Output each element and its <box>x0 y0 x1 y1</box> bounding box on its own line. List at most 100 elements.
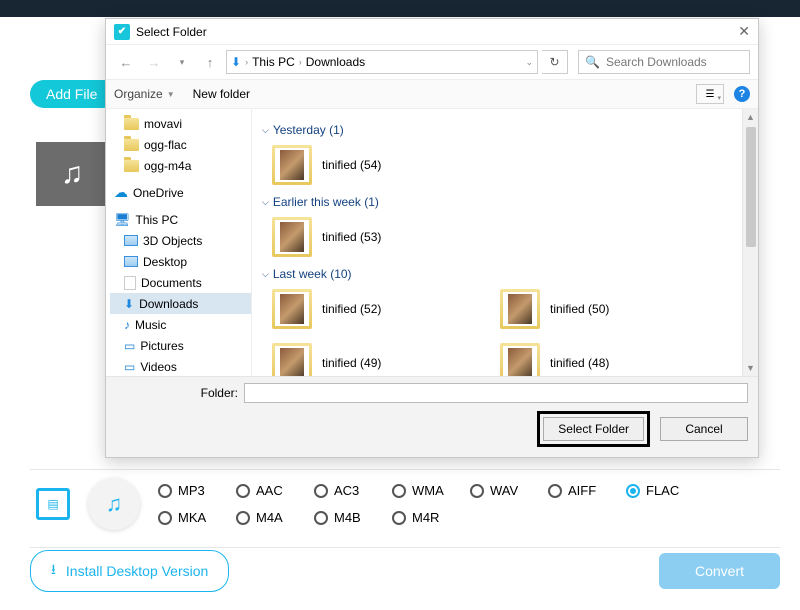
group-label: Earlier this week (1) <box>273 195 379 209</box>
refresh-button[interactable]: ↻ <box>542 50 568 74</box>
tree-folder[interactable]: ogg-m4a <box>110 155 251 176</box>
tree-item-videos[interactable]: ▭Videos <box>110 356 251 376</box>
view-options-button[interactable]: ☰ <box>696 84 724 104</box>
install-desktop-label: Install Desktop Version <box>66 563 208 579</box>
format-label: AIFF <box>568 483 596 498</box>
breadcrumb-this-pc[interactable]: This PC <box>252 55 295 69</box>
folder-item[interactable]: tinified (53) <box>272 215 472 259</box>
tree-label: ogg-flac <box>144 138 187 152</box>
tree-folder[interactable]: ogg-flac <box>110 134 251 155</box>
organize-menu[interactable]: Organize ▼ <box>114 87 175 101</box>
document-icon <box>124 276 136 290</box>
search-input[interactable]: 🔍 Search Downloads <box>578 50 750 74</box>
tree-item-music[interactable]: ♪Music <box>110 314 251 335</box>
format-option-mp3[interactable]: MP3 <box>158 483 228 498</box>
close-icon[interactable]: ✕ <box>738 23 750 40</box>
new-folder-button[interactable]: New folder <box>193 87 250 101</box>
folder-thumbnail-icon <box>500 289 540 329</box>
help-icon[interactable]: ? <box>734 86 750 102</box>
folder-item[interactable]: tinified (54) <box>272 143 472 187</box>
file-group-header[interactable]: ⌵Yesterday (1) <box>262 123 732 137</box>
folder-item[interactable]: tinified (49) <box>272 341 472 376</box>
format-label: FLAC <box>646 483 679 498</box>
cube-icon <box>124 235 138 246</box>
tree-item-pictures[interactable]: ▭Pictures <box>110 335 251 356</box>
audio-format-icon[interactable]: ♫ <box>88 478 140 530</box>
install-desktop-button[interactable]: ⭳ Install Desktop Version <box>30 550 229 592</box>
folder-thumbnail-icon <box>500 343 540 376</box>
tree-label: Documents <box>141 276 202 290</box>
format-option-flac[interactable]: FLAC <box>626 483 696 498</box>
scroll-up-icon[interactable]: ▲ <box>743 109 758 125</box>
format-option-m4a[interactable]: M4A <box>236 510 306 525</box>
file-group-header[interactable]: ⌵Last week (10) <box>262 267 732 281</box>
format-option-aiff[interactable]: AIFF <box>548 483 618 498</box>
tree-item-3d-objects[interactable]: 3D Objects <box>110 230 251 251</box>
radio-icon <box>314 484 328 498</box>
folder-name: tinified (54) <box>322 158 381 172</box>
format-label: M4B <box>334 510 361 525</box>
chevron-right-icon: › <box>245 57 248 67</box>
convert-button[interactable]: Convert <box>659 553 780 589</box>
format-option-m4r[interactable]: M4R <box>392 510 462 525</box>
folder-name: tinified (50) <box>550 302 609 316</box>
folder-name: tinified (53) <box>322 230 381 244</box>
folder-thumbnail-icon <box>272 289 312 329</box>
breadcrumb[interactable]: ⬇ › This PC › Downloads ⌄ <box>226 50 538 74</box>
tree-this-pc[interactable]: 🖥This PC <box>110 209 251 230</box>
folder-item[interactable]: tinified (50) <box>500 287 700 331</box>
breadcrumb-downloads[interactable]: Downloads <box>306 55 365 69</box>
tree-label: 3D Objects <box>143 234 202 248</box>
folder-name: tinified (48) <box>550 356 609 370</box>
folder-thumbnail-icon <box>272 145 312 185</box>
scrollbar-thumb[interactable] <box>746 127 756 247</box>
download-icon: ⬇ <box>124 297 134 311</box>
select-folder-button[interactable]: Select Folder <box>543 417 644 441</box>
nav-up-button[interactable]: ↑ <box>198 50 222 74</box>
format-label: M4R <box>412 510 439 525</box>
format-label: M4A <box>256 510 283 525</box>
file-group-header[interactable]: ⌵Earlier this week (1) <box>262 195 732 209</box>
format-label: MP3 <box>178 483 205 498</box>
nav-forward-button[interactable]: → <box>142 50 166 74</box>
tree-item-documents[interactable]: Documents <box>110 272 251 293</box>
folder-item[interactable]: tinified (52) <box>272 287 472 331</box>
app-logo-icon: ✔ <box>114 24 130 40</box>
format-option-mka[interactable]: MKA <box>158 510 228 525</box>
folder-name-input[interactable] <box>244 383 748 403</box>
tree-item-desktop[interactable]: Desktop <box>110 251 251 272</box>
group-label: Yesterday (1) <box>273 123 344 137</box>
radio-icon <box>314 511 328 525</box>
folder-tree[interactable]: movavi ogg-flac ogg-m4a ☁OneDrive 🖥This PC 3D… <box>106 109 252 376</box>
chevron-down-icon[interactable]: ▾ <box>170 50 194 74</box>
tree-folder[interactable]: movavi <box>110 113 251 134</box>
download-icon: ⭳ <box>51 559 56 583</box>
cancel-button[interactable]: Cancel <box>660 417 748 441</box>
format-option-ac3[interactable]: AC3 <box>314 483 384 498</box>
folder-field-label: Folder: <box>116 386 238 400</box>
search-placeholder: Search Downloads <box>606 55 707 69</box>
format-option-wma[interactable]: WMA <box>392 483 462 498</box>
folder-item[interactable]: tinified (48) <box>500 341 700 376</box>
format-label: AC3 <box>334 483 359 498</box>
radio-icon <box>158 484 172 498</box>
music-placeholder-card: ♫ <box>36 142 108 206</box>
scroll-down-icon[interactable]: ▼ <box>743 360 758 376</box>
tree-label: OneDrive <box>133 186 184 200</box>
group-label: Last week (10) <box>273 267 352 281</box>
tree-onedrive[interactable]: ☁OneDrive <box>110 182 251 203</box>
scrollbar-vertical[interactable]: ▲ ▼ <box>742 109 758 376</box>
folder-name: tinified (49) <box>322 356 381 370</box>
video-format-icon[interactable]: ▤ <box>36 488 70 520</box>
nav-back-button[interactable]: ← <box>114 50 138 74</box>
radio-icon <box>236 511 250 525</box>
file-list-pane[interactable]: ⌵Yesterday (1) tinified (54) ⌵Earlier this… <box>252 109 742 376</box>
chevron-down-icon[interactable]: ⌄ <box>525 57 533 68</box>
format-option-m4b[interactable]: M4B <box>314 510 384 525</box>
tree-item-downloads[interactable]: ⬇Downloads <box>110 293 251 314</box>
format-option-wav[interactable]: WAV <box>470 483 540 498</box>
tree-label: Music <box>135 318 166 332</box>
format-option-aac[interactable]: AAC <box>236 483 306 498</box>
select-folder-highlight: Select Folder <box>537 411 650 447</box>
folder-icon <box>124 139 139 151</box>
